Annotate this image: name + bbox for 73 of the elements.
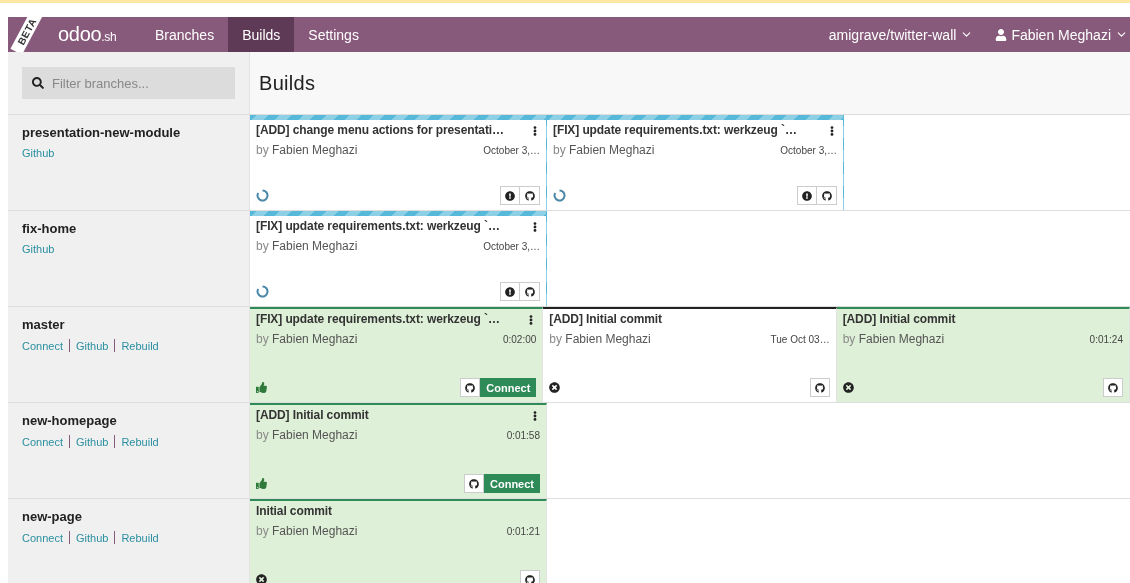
connect-button[interactable]: Connect (480, 378, 537, 397)
commit-title: [ADD] change menu actions for presentati… (256, 123, 505, 137)
github-button[interactable] (464, 474, 484, 493)
commit-author: by Fabien Meghazi (553, 143, 655, 157)
search-icon (32, 77, 44, 89)
user-menu[interactable]: Fabien Meghazi (1011, 26, 1111, 43)
branch-link[interactable]: Github (76, 339, 109, 352)
branch-link[interactable]: Github (22, 147, 55, 159)
github-button[interactable] (1103, 378, 1123, 397)
branch-link[interactable]: Github (76, 531, 109, 544)
build-time: October 3,… (780, 144, 837, 156)
commit-author: by Fabien Meghazi (256, 524, 358, 538)
nav-tab[interactable]: Branches (141, 17, 229, 52)
commit-author: by Fabien Meghazi (256, 428, 358, 442)
commit-title: [ADD] Initial commit (256, 408, 370, 422)
build-time: Tue Oct 03… (770, 333, 830, 345)
nav-tab[interactable]: Builds (228, 17, 295, 52)
commit-author: by Fabien Meghazi (256, 239, 358, 253)
commit-author: by Fabien Meghazi (256, 143, 358, 157)
github-icon (469, 478, 479, 489)
exclamation-icon (505, 286, 515, 297)
github-icon (524, 190, 535, 201)
build-time: 0:01:21 (506, 525, 540, 537)
user-icon (995, 28, 1008, 41)
nav-tab[interactable]: Settings (294, 17, 373, 52)
github-button[interactable] (460, 378, 481, 397)
branch-link[interactable]: Github (76, 435, 109, 448)
build-time: 0:01:58 (506, 429, 540, 441)
branch-link[interactable]: Rebuild (121, 531, 159, 544)
github-button[interactable] (817, 186, 837, 205)
branch-name: new-homepage (22, 413, 118, 428)
connect-button[interactable]: Connect (484, 474, 540, 493)
build-time: 0:01:24 (1089, 333, 1123, 345)
commit-title: [FIX] update requirements.txt: werkzeug `… (256, 312, 501, 326)
alert-button[interactable] (500, 186, 520, 205)
build-time: October 3,… (483, 144, 540, 156)
github-icon (524, 286, 535, 297)
commit-author: by Fabien Meghazi (842, 332, 945, 346)
commit-title: [FIX] update requirements.txt: werkzeug `… (553, 123, 798, 137)
github-button[interactable] (520, 282, 540, 301)
branch-link[interactable]: Connect (22, 339, 63, 352)
commit-title: [ADD] Initial commit (549, 312, 663, 326)
commit-title: [ADD] Initial commit (842, 312, 957, 326)
branch-name: fix-home (22, 221, 78, 236)
branch-link[interactable]: Rebuild (121, 435, 159, 448)
github-button[interactable] (520, 186, 540, 205)
branch-name: new-page (22, 509, 83, 524)
exclamation-icon (505, 190, 515, 201)
page-title: Builds (259, 71, 316, 95)
branch-name: presentation-new-module (22, 125, 182, 140)
search-field[interactable]: Filter branches... (22, 67, 235, 99)
build-time: October 3,… (483, 240, 540, 252)
alert-button[interactable] (797, 186, 817, 205)
branch-link[interactable]: Github (22, 243, 55, 255)
branch-name: master (22, 317, 66, 332)
github-icon (1108, 382, 1118, 393)
branch-link[interactable]: Connect (22, 435, 63, 448)
github-icon (525, 574, 535, 583)
branch-link[interactable]: Rebuild (121, 339, 159, 352)
build-time: 0:02:00 (502, 333, 537, 345)
branch-link[interactable]: Connect (22, 531, 63, 544)
github-icon (814, 382, 825, 393)
commit-title: Initial commit (256, 504, 333, 518)
logo[interactable]: odoo.sh (58, 23, 117, 46)
repo-menu[interactable]: amigrave/twitter-wall (828, 26, 957, 43)
commit-title: [FIX] update requirements.txt: werkzeug `… (256, 219, 501, 233)
github-icon (465, 382, 476, 393)
exclamation-icon (802, 190, 812, 201)
alert-button[interactable] (500, 282, 520, 301)
github-icon (821, 190, 832, 201)
commit-author: by Fabien Meghazi (256, 332, 358, 346)
commit-author: by Fabien Meghazi (549, 332, 651, 346)
github-button[interactable] (809, 378, 830, 397)
